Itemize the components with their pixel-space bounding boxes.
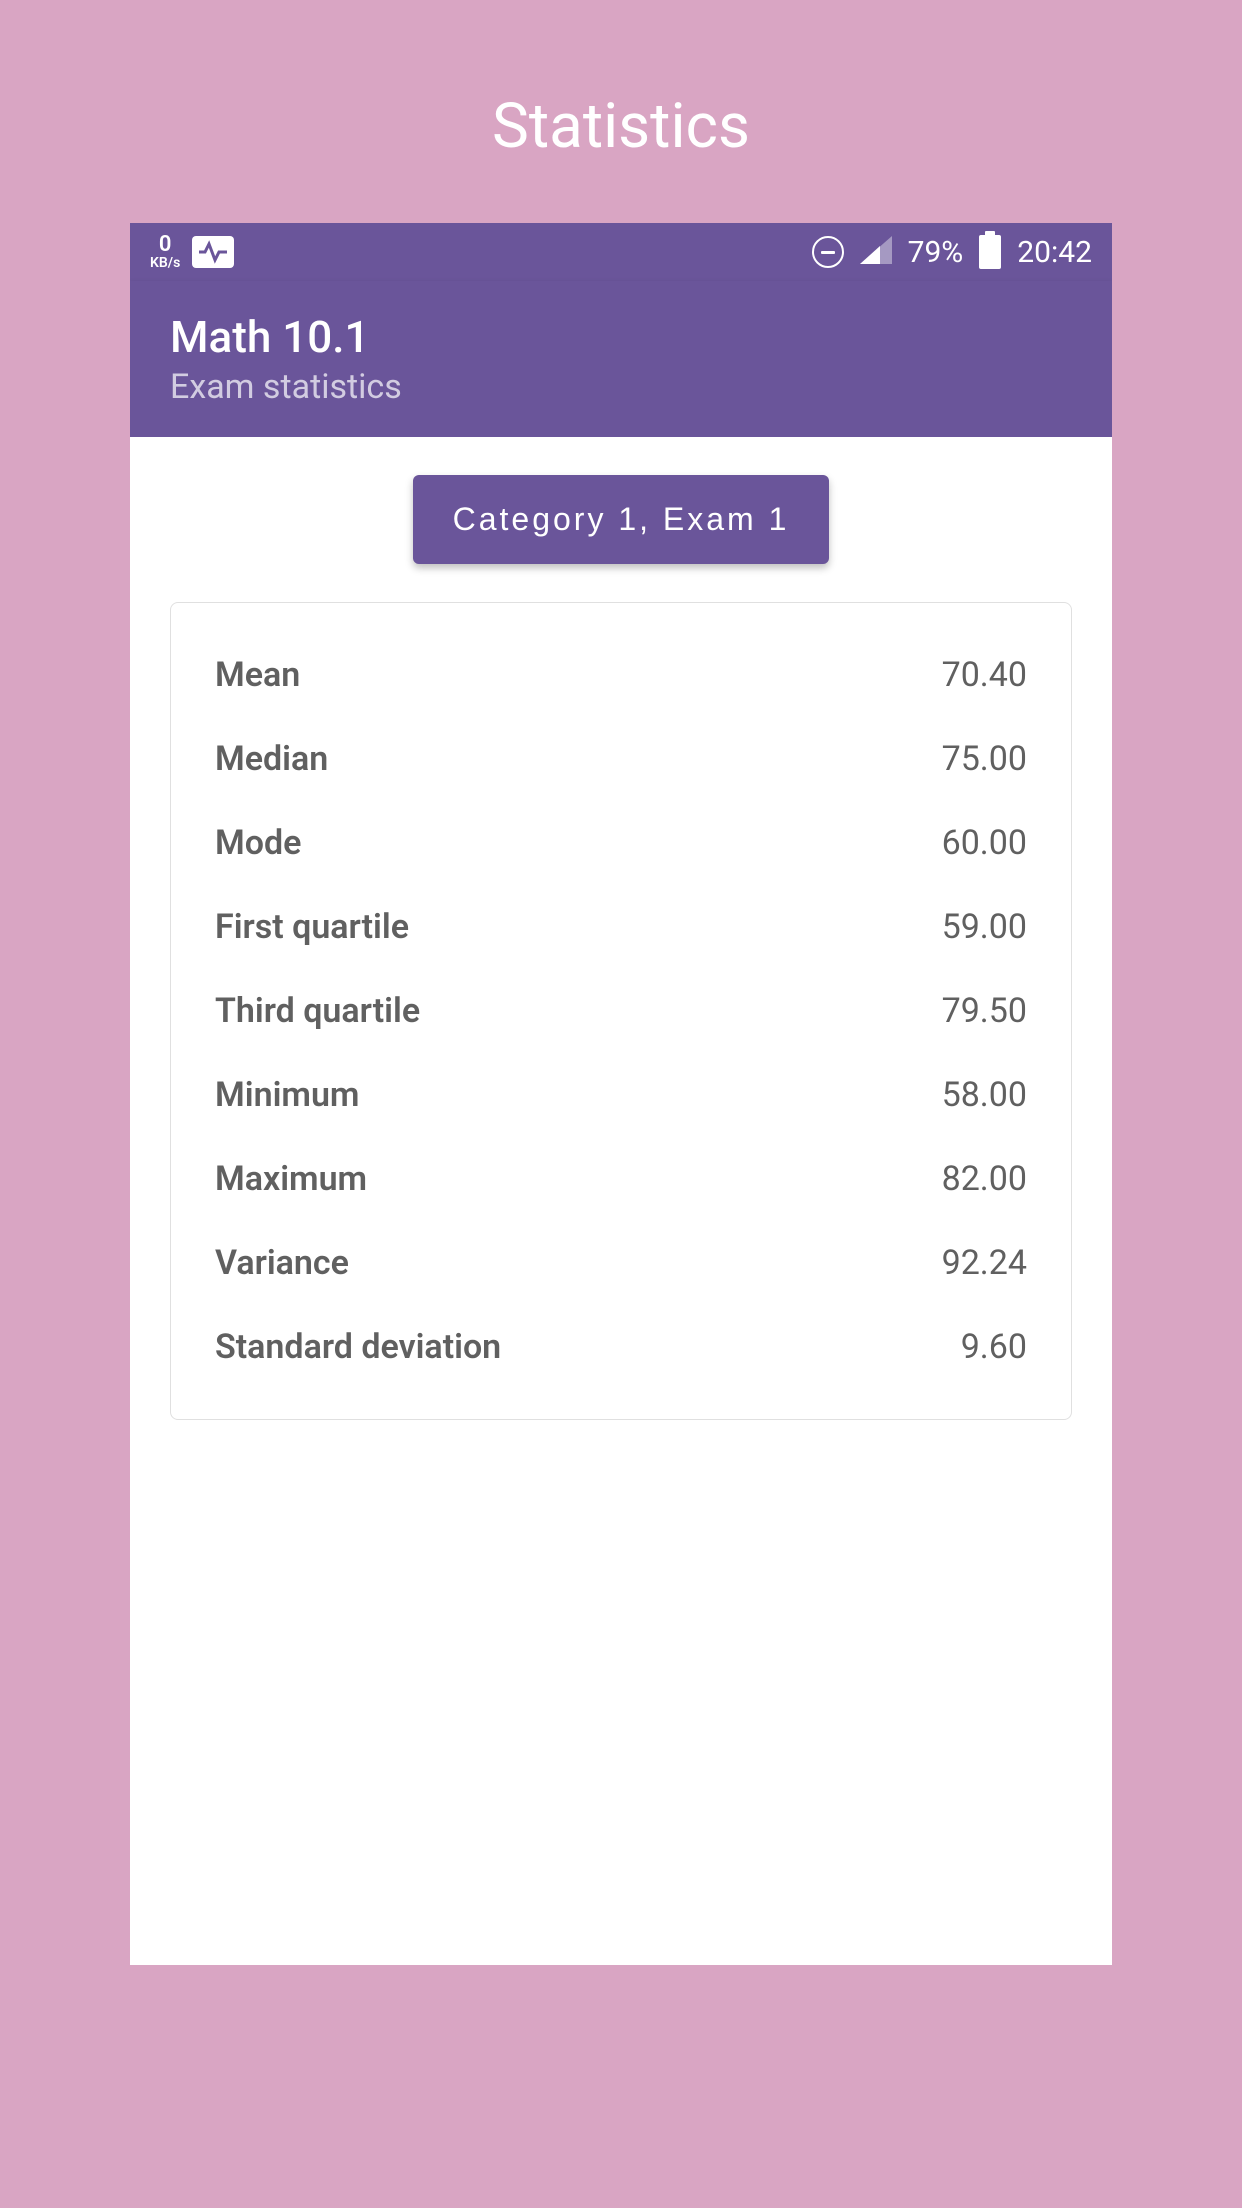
stat-row-variance: Variance 92.24 (215, 1221, 1027, 1305)
stat-row-maximum: Maximum 82.00 (215, 1137, 1027, 1221)
clock: 20:42 (1017, 235, 1092, 270)
stat-row-first-quartile: First quartile 59.00 (215, 885, 1027, 969)
stat-row-minimum: Minimum 58.00 (215, 1053, 1027, 1137)
stat-row-mean: Mean 70.40 (215, 633, 1027, 717)
do-not-disturb-icon (812, 236, 844, 268)
app-header: Math 10.1 Exam statistics (130, 281, 1112, 437)
stat-label: Mean (215, 655, 300, 695)
stat-label: Variance (215, 1243, 349, 1283)
stat-row-third-quartile: Third quartile 79.50 (215, 969, 1027, 1053)
app-subtitle: Exam statistics (170, 367, 1072, 407)
stat-label: Minimum (215, 1075, 359, 1115)
stat-value: 82.00 (942, 1159, 1027, 1199)
network-speed-unit: KB/s (150, 256, 180, 270)
stat-label: Mode (215, 823, 301, 863)
stat-label: Third quartile (215, 991, 420, 1031)
statistics-card: Mean 70.40 Median 75.00 Mode 60.00 First… (170, 602, 1072, 1420)
stat-label: Maximum (215, 1159, 367, 1199)
stat-value: 75.00 (942, 739, 1027, 779)
battery-icon (979, 235, 1001, 269)
network-speed-indicator: 0 KB/s (150, 234, 180, 270)
status-bar-right: 79% 20:42 (812, 235, 1092, 270)
stat-value: 58.00 (942, 1075, 1027, 1115)
page-title: Statistics (492, 90, 750, 163)
battery-percent: 79% (908, 235, 964, 270)
stat-row-standard-deviation: Standard deviation 9.60 (215, 1305, 1027, 1389)
stat-value: 70.40 (942, 655, 1027, 695)
stat-label: First quartile (215, 907, 409, 947)
stat-row-median: Median 75.00 (215, 717, 1027, 801)
app-title: Math 10.1 (170, 311, 1072, 363)
stat-value: 92.24 (942, 1243, 1027, 1283)
stat-row-mode: Mode 60.00 (215, 801, 1027, 885)
stat-label: Median (215, 739, 328, 779)
status-bar: 0 KB/s 79% 20:42 (130, 223, 1112, 281)
activity-icon (192, 236, 234, 268)
category-selector-button[interactable]: Category 1, Exam 1 (413, 475, 830, 564)
stat-value: 79.50 (942, 991, 1027, 1031)
cellular-signal-icon (860, 236, 892, 268)
device-frame: 0 KB/s 79% 20:42 Mat (130, 223, 1112, 1965)
stat-value: 9.60 (961, 1327, 1027, 1367)
content-area: Category 1, Exam 1 Mean 70.40 Median 75.… (130, 437, 1112, 1965)
status-bar-left: 0 KB/s (150, 234, 234, 270)
stat-label: Standard deviation (215, 1327, 501, 1367)
stat-value: 60.00 (942, 823, 1027, 863)
network-speed-value: 0 (159, 234, 172, 256)
stat-value: 59.00 (942, 907, 1027, 947)
